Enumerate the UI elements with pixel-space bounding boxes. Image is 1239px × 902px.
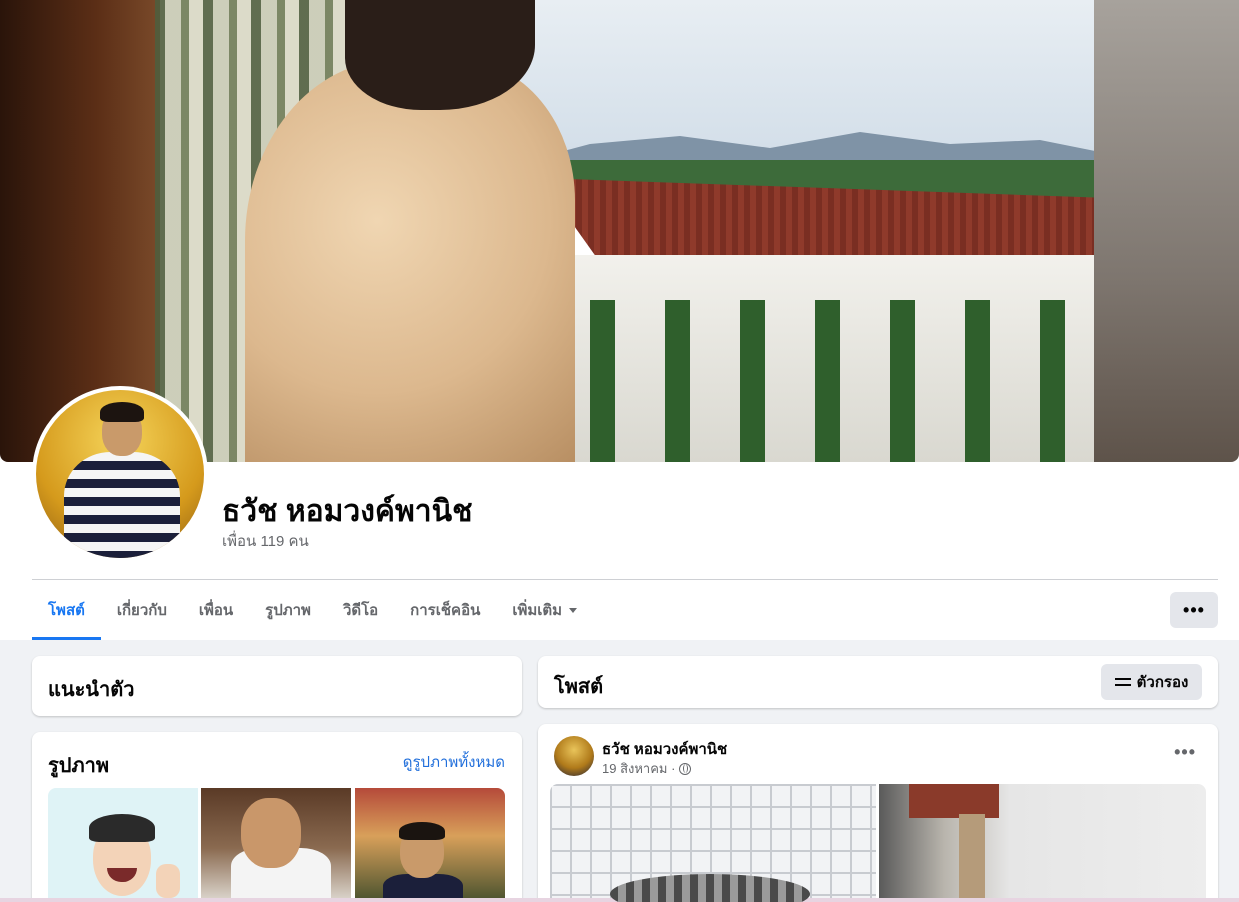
photos-title: รูปภาพ — [48, 755, 110, 777]
tab-more[interactable]: เพิ่มเติม — [496, 580, 593, 640]
filter-icon — [1114, 676, 1131, 688]
cover-photo[interactable] — [0, 0, 1239, 462]
profile-more-button[interactable]: ••• — [1170, 592, 1218, 628]
posts-title: โพสต์ — [554, 676, 604, 698]
filter-button[interactable]: ตัวกรอง — [1101, 664, 1202, 700]
intro-card: แนะนำตัว — [32, 656, 522, 716]
post-card: ธวัช หอมวงค์พานิช 19 สิงหาคม · ••• — [538, 724, 1218, 902]
posts-header-card: โพสต์ ตัวกรอง — [538, 656, 1218, 708]
tab-videos[interactable]: วิดีโอ — [327, 580, 394, 640]
tab-about[interactable]: เกี่ยวกับ — [101, 580, 183, 640]
see-all-photos-link[interactable]: ดูรูปภาพทั้งหมด — [403, 750, 505, 774]
globe-icon — [679, 762, 692, 775]
photos-card: รูปภาพ ดูรูปภาพทั้งหมด — [32, 732, 522, 902]
tab-photos[interactable]: รูปภาพ — [249, 580, 327, 640]
tab-checkins[interactable]: การเช็คอิน — [394, 580, 496, 640]
chevron-down-icon — [569, 607, 578, 613]
photo-thumbnail[interactable] — [355, 788, 505, 902]
friends-count[interactable]: เพื่อน 119 คน — [222, 529, 309, 553]
photo-thumbnail[interactable] — [48, 788, 198, 902]
tab-friends[interactable]: เพื่อน — [183, 580, 249, 640]
profile-tabs: โพสต์ เกี่ยวกับ เพื่อน รูปภาพ วิดีโอ การ… — [32, 580, 593, 640]
profile-avatar[interactable] — [32, 386, 208, 562]
post-image[interactable] — [879, 784, 1206, 902]
profile-name: ธวัช หอมวงค์พานิช — [222, 495, 473, 528]
post-image[interactable] — [550, 784, 876, 902]
post-author-avatar[interactable] — [554, 736, 594, 776]
profile-header: ธวัช หอมวงค์พานิช เพื่อน 119 คน โพสต์ เก… — [0, 0, 1239, 640]
post-meta: 19 สิงหาคม · — [602, 758, 692, 779]
photo-thumbnail[interactable] — [201, 788, 351, 902]
post-date[interactable]: 19 สิงหาคม · — [602, 758, 675, 779]
intro-title: แนะนำตัว — [48, 679, 135, 701]
post-more-button[interactable]: ••• — [1174, 742, 1196, 763]
tab-posts[interactable]: โพสต์ — [32, 580, 101, 640]
